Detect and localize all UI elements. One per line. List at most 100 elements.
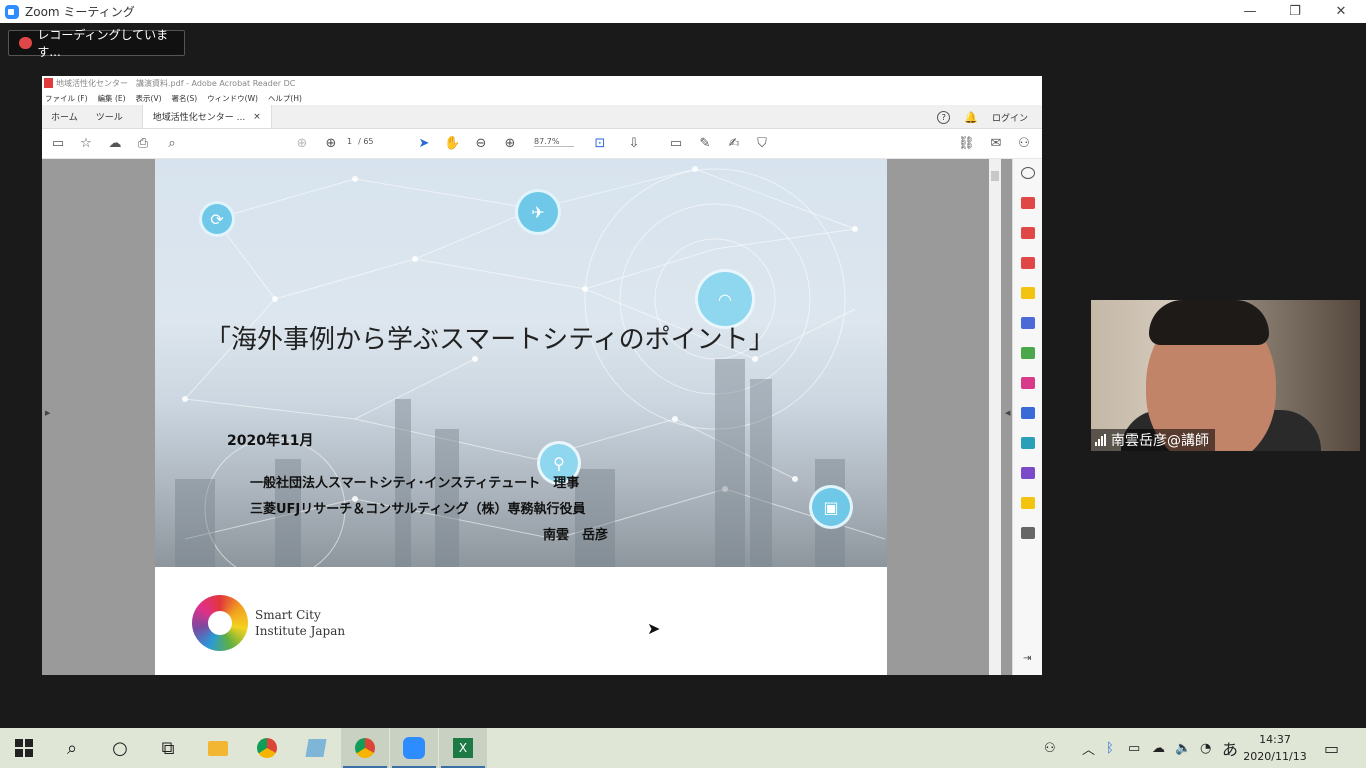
tab-tools[interactable]: ツール <box>87 105 132 128</box>
export-pdf-icon[interactable] <box>1021 257 1035 269</box>
send-sign-icon[interactable] <box>1021 467 1035 479</box>
search-icon[interactable]: ⌕ <box>48 728 96 768</box>
start-windows-icon[interactable] <box>0 728 48 768</box>
monitor-icon: ▣ <box>809 485 853 529</box>
scroll-mode-icon[interactable]: ⇩ <box>626 136 642 152</box>
chrome-icon[interactable] <box>243 728 291 768</box>
edit-pdf-icon[interactable] <box>1021 347 1035 359</box>
recording-label: レコーディングしています... <box>37 28 169 59</box>
tab-document-label: 地域活性化センター ... <box>152 113 246 123</box>
menu-edit[interactable]: 編集 (E) <box>98 93 126 104</box>
volume-icon[interactable]: 🔈 <box>1175 728 1191 768</box>
acrobat-window: 地域活性化センター 講演資料.pdf - Adobe Acrobat Reade… <box>42 76 1042 675</box>
minimize-button[interactable]: — <box>1227 0 1273 23</box>
slide-page: ⟳ ✈ ◠ ⚲ ▣ 「海外事例から学ぶスマートシティのポイント」 2020年11… <box>155 159 887 675</box>
tablet-app-icon[interactable] <box>292 728 340 768</box>
smart-city-logo-icon <box>192 595 248 651</box>
fill-sign-icon[interactable] <box>1021 377 1035 389</box>
menu-sign[interactable]: 署名(S) <box>172 93 198 104</box>
action-center-icon[interactable]: ▭ <box>1324 728 1339 768</box>
logo-text: Smart City Institute Japan <box>255 607 345 639</box>
acrobat-window-title: 地域活性化センター 講演資料.pdf - Adobe Acrobat Reade… <box>56 79 296 88</box>
zoom-app-icon <box>5 4 19 19</box>
participant-video[interactable]: 南雲岳彦@講師 <box>1091 300 1360 451</box>
cortana-icon[interactable]: ○ <box>96 728 144 768</box>
clock-time: 14:37 <box>1259 733 1291 746</box>
bluetooth-icon[interactable]: ᛒ <box>1106 728 1114 768</box>
page-indicator[interactable]: 1 / 65 <box>347 137 374 146</box>
more-tools-wrench-icon[interactable] <box>1021 527 1035 539</box>
select-cursor-icon[interactable]: ➤ <box>416 136 432 152</box>
page-current[interactable]: 1 <box>347 137 352 146</box>
show-hidden-icons-chevron-icon[interactable]: ︿ <box>1082 728 1095 768</box>
menu-window[interactable]: ウィンドウ(W) <box>207 93 258 104</box>
bookmark-star-icon[interactable]: ☆ <box>78 136 94 152</box>
sign-icon[interactable]: ✍ <box>726 136 742 152</box>
help-icon[interactable]: ? <box>937 110 951 124</box>
right-panel-toggle-icon[interactable]: ◀ <box>1005 409 1010 417</box>
login-button[interactable]: ログイン <box>992 111 1028 124</box>
task-view-icon[interactable]: ⧉ <box>144 728 192 768</box>
acrobat-toolbar: ▭ ☆ ☁ ⎙ ⌕ ⊕ ⊕ 1 / 65 ➤ ✋ ⊖ ⊕ 87.7% ⊡ ⇩ ▭… <box>42 129 1042 159</box>
search-zoom-icon[interactable]: ⌕ <box>164 136 180 152</box>
document-viewer[interactable]: ▶ ⟳ ✈ ◠ ⚲ ▣ 「海外事例から学ぶスマートシティのポイント」 2020年… <box>42 159 1012 675</box>
tab-close-icon[interactable]: × <box>253 112 261 122</box>
create-pdf-icon[interactable] <box>1021 197 1035 209</box>
zoom-out-icon[interactable]: ⊖ <box>473 136 489 152</box>
add-user-icon[interactable]: ⚇ <box>1016 136 1032 152</box>
next-page-icon[interactable]: ⊕ <box>323 136 339 152</box>
email-icon[interactable]: ✉ <box>988 136 1004 152</box>
link-share-icon[interactable]: ⛓ <box>958 136 975 152</box>
logo-line-1: Smart City <box>255 608 321 622</box>
mouse-cursor-icon: ➤ <box>647 619 661 638</box>
stamp-icon[interactable]: ⛉ <box>754 136 770 152</box>
ime-indicator[interactable]: あ <box>1222 728 1238 768</box>
onedrive-cloud-icon[interactable]: ☁ <box>1152 728 1165 768</box>
hand-tool-icon[interactable]: ✋ <box>444 136 460 152</box>
zoom-taskbar-icon[interactable] <box>390 728 438 768</box>
vertical-scrollbar[interactable] <box>989 159 1001 675</box>
scan-icon[interactable] <box>1021 497 1035 509</box>
people-icon[interactable]: ⚇ <box>1044 728 1056 768</box>
zoom-title-bar: Zoom ミーティング — ❐ ✕ <box>0 0 1366 23</box>
compare-icon[interactable] <box>1021 437 1035 449</box>
print-icon[interactable]: ⎙ <box>135 136 151 152</box>
scrollbar-thumb[interactable] <box>991 171 999 181</box>
upload-cloud-icon[interactable]: ☁ <box>107 136 123 152</box>
acrobat-pdf-icon <box>44 78 53 88</box>
recording-indicator[interactable]: レコーディングしています... <box>8 28 185 59</box>
protect-shield-icon[interactable] <box>1021 407 1035 419</box>
system-clock[interactable]: 14:37 2020/11/13 <box>1240 731 1310 765</box>
combine-files-icon[interactable] <box>1021 317 1035 329</box>
slide-affiliation-1: 一般社団法人スマートシティ･インスティテュート 理事 <box>250 476 580 491</box>
file-explorer-icon[interactable] <box>194 728 242 768</box>
prev-page-icon[interactable]: ⊕ <box>294 136 310 152</box>
menu-view[interactable]: 表示(V) <box>136 93 162 104</box>
restore-button[interactable]: ❐ <box>1272 0 1318 23</box>
slide-title: 「海外事例から学ぶスマートシティのポイント」 <box>205 325 775 355</box>
save-icon[interactable]: ▭ <box>50 136 66 152</box>
acrobat-tab-bar: ホーム ツール 地域活性化センター ... × ? 🔔 ログイン <box>42 105 1042 129</box>
cloud-record-icon <box>19 37 33 49</box>
wifi-tray-icon[interactable]: ◔ <box>1200 728 1211 768</box>
menu-help[interactable]: ヘルプ(H) <box>268 93 302 104</box>
highlight-pen-icon[interactable]: ✎ <box>697 136 713 152</box>
comment-tool-icon[interactable] <box>1021 287 1035 299</box>
tab-document[interactable]: 地域活性化センター ... × <box>141 105 272 128</box>
notification-bell-icon[interactable]: 🔔 <box>964 111 978 124</box>
search-tool-icon[interactable] <box>1021 167 1035 179</box>
zoom-window-title: Zoom ミーティング <box>25 5 135 19</box>
comment-icon[interactable]: ▭ <box>668 136 684 152</box>
chrome-active-icon[interactable] <box>341 728 389 768</box>
zoom-in-icon[interactable]: ⊕ <box>502 136 518 152</box>
close-button[interactable]: ✕ <box>1318 0 1364 23</box>
fit-page-icon[interactable]: ⊡ <box>592 136 608 152</box>
zoom-level-select[interactable]: 87.7% <box>534 137 574 147</box>
excel-icon[interactable]: X <box>439 728 487 768</box>
organize-pages-icon[interactable] <box>1021 227 1035 239</box>
collapse-panel-icon[interactable]: ⇥ <box>1023 653 1031 664</box>
tab-home[interactable]: ホーム <box>42 105 87 128</box>
menu-file[interactable]: ファイル (F) <box>45 93 88 104</box>
left-panel-toggle-icon[interactable]: ▶ <box>45 409 50 417</box>
battery-icon[interactable]: ▭ <box>1128 728 1140 768</box>
